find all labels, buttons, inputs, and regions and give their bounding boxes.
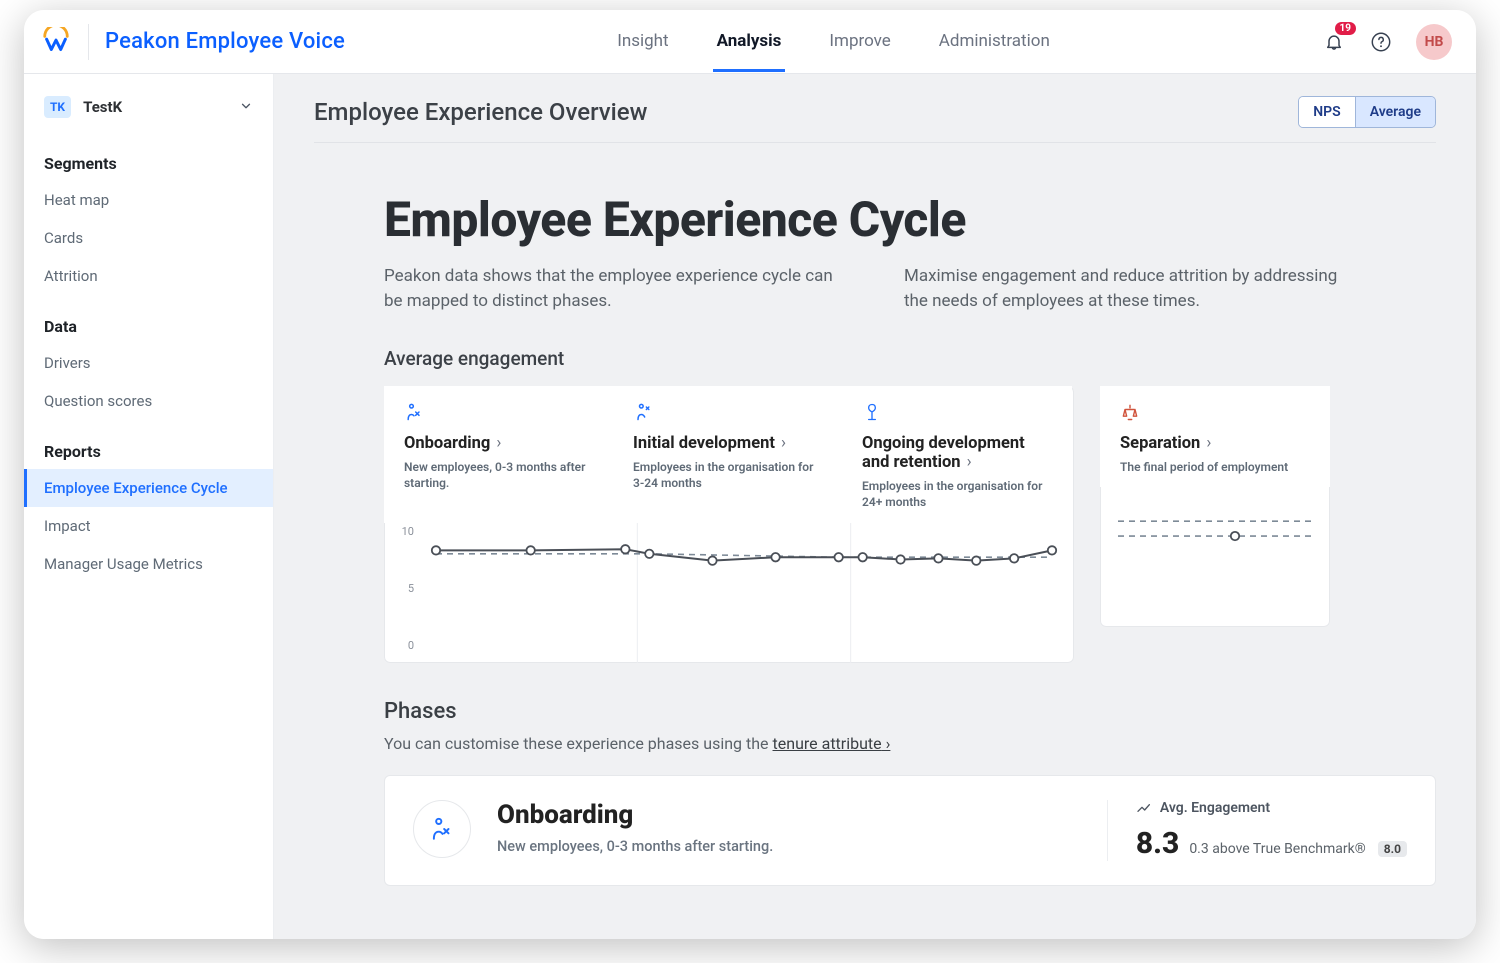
toggle-nps[interactable]: NPS: [1299, 97, 1354, 127]
phase-sub: Employees in the organisation for 24+ mo…: [862, 478, 1052, 510]
help-button[interactable]: [1370, 31, 1392, 53]
page-title: Employee Experience Cycle: [384, 191, 1436, 248]
sidebar-item-impact[interactable]: Impact: [24, 507, 273, 545]
chart-section-title: Average engagement: [384, 347, 1436, 370]
divider: [88, 24, 89, 60]
separation-icon: [1120, 402, 1310, 424]
svg-text:10: 10: [402, 525, 414, 538]
onboarding-icon: [413, 800, 471, 858]
phases-section: Phases You can customise these experienc…: [274, 699, 1436, 886]
sidebar-group-data: Data: [24, 295, 273, 344]
svg-text:5: 5: [408, 582, 414, 595]
phase-title: Separation: [1120, 434, 1200, 453]
metric-value: 8.3: [1136, 826, 1180, 861]
nav-tab-administration[interactable]: Administration: [935, 11, 1054, 72]
metric-toggle: NPS Average: [1298, 96, 1436, 128]
phases-heading: Phases: [384, 699, 1436, 724]
phase-title: Ongoing development and retention: [862, 434, 1025, 472]
sidebar-group-reports: Reports: [24, 420, 273, 469]
metric-benchmark: 8.0: [1378, 841, 1407, 857]
intro-text-right: Maximise engagement and reduce attrition…: [904, 264, 1364, 313]
sidebar-item-question-scores[interactable]: Question scores: [24, 382, 273, 420]
phase-card-separation[interactable]: Separation › The final period of employm…: [1100, 386, 1330, 487]
sidebar-item-heat-map[interactable]: Heat map: [24, 181, 273, 219]
workday-logo: [40, 26, 72, 58]
phase-detail-card: Onboarding New employees, 0-3 months aft…: [384, 775, 1436, 886]
phase-card-initial-development[interactable]: Initial development › Employees in the o…: [613, 386, 843, 522]
nav-tab-analysis[interactable]: Analysis: [713, 11, 786, 72]
sidebar-item-manager-usage-metrics[interactable]: Manager Usage Metrics: [24, 545, 273, 583]
engagement-chart-separation: [1100, 487, 1330, 627]
ongoing-icon: [862, 402, 1052, 424]
notifications-badge: 19: [1335, 22, 1356, 35]
phase-card-ongoing[interactable]: Ongoing development and retention › Empl…: [842, 386, 1072, 522]
metric-note: 0.3 above True Benchmark®: [1189, 841, 1365, 857]
tenure-attribute-link[interactable]: tenure attribute: [773, 734, 891, 753]
trend-icon: [1136, 800, 1152, 816]
chevron-down-icon: [239, 98, 253, 117]
sidebar-item-attrition[interactable]: Attrition: [24, 257, 273, 295]
phase-card-onboarding[interactable]: Onboarding › New employees, 0-3 months a…: [384, 386, 614, 522]
phase-title: Onboarding: [404, 434, 490, 453]
toggle-average[interactable]: Average: [1355, 97, 1435, 127]
nav-tab-insight[interactable]: Insight: [613, 11, 672, 72]
phase-sub: New employees, 0-3 months after starting…: [404, 459, 593, 491]
top-nav: Peakon Employee Voice Insight Analysis I…: [24, 10, 1476, 74]
notifications-button[interactable]: 19: [1322, 30, 1346, 54]
nav-tabs: Insight Analysis Improve Administration: [613, 11, 1054, 72]
onboarding-icon: [404, 402, 593, 424]
phase-sub: Employees in the organisation for 3-24 m…: [633, 459, 822, 491]
org-name: TestK: [83, 98, 122, 116]
phase-block-main: Onboarding › New employees, 0-3 months a…: [384, 386, 1074, 662]
engagement-chart-main: 0 5 10: [384, 523, 1074, 663]
brand-title: Peakon Employee Voice: [105, 29, 345, 54]
svg-text:0: 0: [408, 639, 414, 652]
org-switcher[interactable]: TK TestK: [24, 86, 273, 132]
phase-sub: The final period of employment: [1120, 459, 1310, 475]
sidebar: TK TestK Segments Heat map Cards Attriti…: [24, 74, 274, 939]
phase-title: Initial development: [633, 434, 775, 453]
phase-detail-title: Onboarding: [497, 800, 773, 830]
page-header: Employee Experience Overview: [314, 98, 647, 126]
phase-block-separation: Separation › The final period of employm…: [1100, 386, 1330, 627]
main-content: Employee Experience Overview NPS Average…: [274, 74, 1476, 939]
sidebar-item-employee-experience-cycle[interactable]: Employee Experience Cycle: [24, 469, 273, 507]
nav-tab-improve[interactable]: Improve: [825, 11, 894, 72]
phase-charts-row: Onboarding › New employees, 0-3 months a…: [384, 386, 1436, 662]
initial-development-icon: [633, 402, 822, 424]
sidebar-item-drivers[interactable]: Drivers: [24, 344, 273, 382]
user-avatar[interactable]: HB: [1416, 24, 1452, 60]
sidebar-group-segments: Segments: [24, 132, 273, 181]
bell-icon: [1324, 32, 1344, 52]
metric-label: Avg. Engagement: [1160, 800, 1270, 816]
help-icon: [1370, 31, 1392, 53]
phase-detail-sub: New employees, 0-3 months after starting…: [497, 838, 773, 855]
sidebar-item-cards[interactable]: Cards: [24, 219, 273, 257]
intro-text-left: Peakon data shows that the employee expe…: [384, 264, 844, 313]
org-badge: TK: [44, 96, 71, 118]
phases-desc: You can customise these experience phase…: [384, 734, 1436, 753]
